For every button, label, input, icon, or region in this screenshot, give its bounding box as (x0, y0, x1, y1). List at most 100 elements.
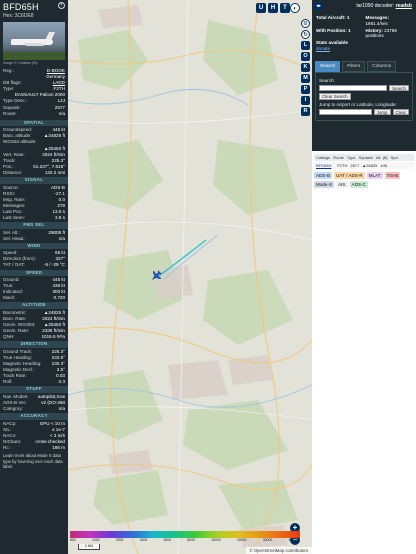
aircraft-table: Callsign Route Type Squawk Alt. (ft) Spd BFD6… (314, 154, 414, 169)
map-side-button-p[interactable]: P (301, 85, 310, 94)
section-header: SPEED (0, 269, 68, 277)
map-side-button-m[interactable]: M (301, 74, 310, 83)
info-value: 186 m (52, 445, 65, 451)
info-rows: Reg.: D-BOOK Germany DB flags: LADD Type: F2TH… (0, 68, 68, 117)
clear-search-button[interactable]: Clear Search (319, 93, 351, 100)
source-chip: AIS (336, 181, 348, 188)
map-attribution[interactable]: © OpenStreetMap contributors. (246, 547, 312, 554)
tab-columns[interactable]: Columns (367, 60, 397, 72)
layers-icon[interactable]: ◐ (290, 3, 300, 13)
stat-history: History: 23786 positions (365, 27, 397, 39)
source-chip: TIS-B (384, 172, 401, 179)
aircraft-list-panel: ◂▸ tar1090 decoder: readsb Total Aircraf… (312, 0, 416, 554)
info-value: ▲24825 ft (43, 133, 65, 139)
column-header[interactable]: Route (333, 155, 344, 160)
info-label: Roll: (3, 379, 13, 385)
table-cell[interactable]: BFD65H (316, 163, 331, 168)
stat-stats-available: Stats available donate (316, 40, 348, 51)
jump-input[interactable] (319, 109, 372, 116)
info-label: Sel. Head.: (3, 235, 26, 241)
info-row: QNH: 1015.6 hPa (0, 334, 68, 340)
settings-gear-icon[interactable]: ⚙ (301, 19, 310, 28)
map-canvas[interactable] (68, 0, 312, 554)
section-header: FMS SEL (0, 222, 68, 229)
section-header: WIND (0, 242, 68, 250)
right-panel-header: ◂▸ tar1090 decoder: readsb Total Aircraf… (312, 0, 416, 151)
aircraft-info-panel: BFD65H Hex: 3C6DE8 × Image © Christian (… (0, 0, 68, 554)
photo-credit: Image © Christian (Ry (3, 61, 38, 65)
column-header[interactable]: Squawk (359, 155, 373, 160)
map-button-t[interactable]: T (280, 3, 290, 13)
legend-label: 800 (70, 538, 76, 542)
info-value: -5 / -29 °C (44, 262, 65, 268)
panel-toggle-icon[interactable]: ◂▸ (314, 2, 323, 10)
section-header: ACCURACY (0, 413, 68, 420)
map-button-h[interactable]: H (268, 3, 278, 13)
map-button-u[interactable]: U (256, 3, 266, 13)
info-row: Sel. Head.: n/a (0, 236, 68, 242)
search-box: Search: Search Clear Search Jump to Airp… (315, 71, 413, 122)
info-value: 0.3 (58, 379, 65, 385)
info-row: TAT / OAT: -5 / -29 °C (0, 262, 68, 268)
source-chip: ADS-B (314, 172, 333, 179)
jump-button[interactable]: Jump (373, 108, 391, 116)
info-value: 1015.6 hPa (41, 334, 65, 340)
hex-code: Hex: 3C6DE8 (3, 13, 34, 19)
photo-ground (3, 52, 65, 60)
search-button[interactable]: Search (389, 84, 409, 92)
search-input[interactable] (319, 85, 388, 92)
map-side-button-r[interactable]: R (301, 107, 310, 116)
info-value: n/a (58, 406, 65, 412)
legend-label: 20000 (237, 538, 247, 542)
map-side-button-l[interactable]: L (301, 41, 310, 50)
table-cell: F2TH (337, 163, 348, 168)
altitude-color-legend (70, 531, 300, 538)
column-header[interactable]: Spd (391, 155, 398, 160)
source-chip: UAT / ADS-R (334, 172, 365, 179)
column-header[interactable]: Alt. (ft) (376, 155, 388, 160)
info-label: WGS84 altitude: (3, 139, 37, 145)
source-chip: ADS-C (349, 181, 368, 188)
legend-label: 4000 (139, 538, 148, 542)
stat-total-aircraft: Total Aircraft: 1 (316, 15, 350, 20)
map-side-button-k[interactable]: K (301, 63, 310, 72)
aircraft-photo[interactable] (3, 22, 65, 60)
info-value: 3.8 s (55, 214, 65, 220)
column-header[interactable]: Type (347, 155, 356, 160)
legend-label: 8000 (187, 538, 195, 542)
map[interactable]: U H T ◐ ⚙ ↻ LOKMPIR + − 800 1000 2000 4000 6… (68, 0, 312, 554)
stats: Total Aircraft: 1 Messages: 1661.4/sec Wi… (312, 12, 416, 55)
info-label: Mach: (3, 295, 16, 301)
tab-filters[interactable]: Filters (342, 60, 366, 72)
info-row: Distance: 132.2 nmi (0, 170, 68, 176)
map-scale: 2 NM (78, 544, 100, 550)
table-cell: 2577 (350, 163, 360, 168)
info-label: QNH: (3, 334, 15, 340)
refresh-icon[interactable]: ↻ (301, 30, 310, 39)
altitude-legend-labels: 800 1000 2000 4000 6000 8000 10000 20000 30000 40… (70, 538, 300, 542)
brand[interactable]: tar1090 decoder: readsb (356, 3, 412, 9)
info-label: Reg.: (3, 68, 14, 73)
clear-jump-button[interactable]: Clear (392, 108, 409, 116)
jump-label: Jump to Airport or Latitude, Longitude: (319, 101, 397, 107)
legend-label: 10000 (211, 538, 221, 542)
source-chip: MLAT (366, 172, 383, 179)
table-row[interactable]: BFD65H F2TH 2577 ▲24825 445 (314, 162, 414, 169)
info-value: 132.2 nmi (44, 169, 65, 175)
aircraft-header: BFD65H Hex: 3C6DE8 × (0, 0, 68, 20)
stat-with-position: With Position: 1 (316, 27, 351, 33)
close-icon[interactable]: × (58, 2, 65, 9)
info-row: Category: n/a (0, 406, 68, 412)
donate-link[interactable]: donate (316, 46, 330, 51)
section-header: DIRECTION (0, 341, 68, 348)
table-cell: 445 (380, 163, 388, 168)
map-side-button-o[interactable]: O (301, 52, 310, 61)
info-label: Type: (3, 86, 15, 92)
legend-label: 40000+ (288, 538, 300, 542)
map-side-button-i[interactable]: I (301, 96, 310, 105)
table-header: Callsign Route Type Squawk Alt. (ft) Spd (314, 154, 414, 161)
info-row: Mach: 0.720 (0, 295, 68, 301)
column-header[interactable]: Callsign (316, 155, 330, 160)
info-value: 0.720 (53, 295, 66, 301)
tab-search[interactable]: Search (315, 60, 341, 72)
